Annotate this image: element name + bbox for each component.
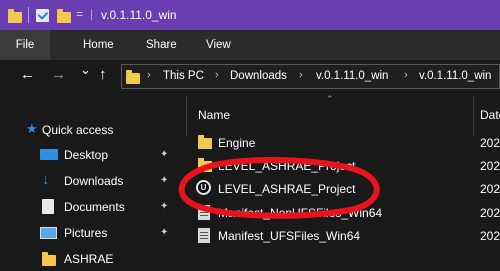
pin-icon[interactable]: ✦ [160, 227, 168, 238]
file-name: Manifest_NonUFSFiles_Win64 [218, 206, 383, 220]
breadcrumb-this-pc[interactable]: This PC [163, 70, 204, 82]
sidebar-item-label: ASHRAE [64, 252, 114, 266]
file-icon [198, 205, 210, 220]
tab-home[interactable]: Home [83, 39, 114, 51]
recent-locations-icon[interactable]: ⌄ [80, 62, 91, 78]
sidebar-item-label: Documents [64, 200, 125, 214]
file-date: 2026 [480, 229, 500, 243]
file-row-level-ashrae-folder[interactable]: LEVEL_ASHRAE_Project 2026 [190, 156, 500, 178]
window-title: v.0.1.11.0_win [101, 8, 177, 22]
address-bar[interactable]: › This PC › Downloads › v.0.1.11.0_win ›… [121, 64, 500, 89]
folder-icon [42, 252, 56, 266]
column-header-date[interactable]: Date [480, 108, 500, 122]
properties-checkbox-icon[interactable] [36, 9, 49, 22]
back-icon[interactable]: ← [20, 66, 35, 83]
pictures-icon [40, 227, 57, 239]
documents-icon [42, 199, 54, 214]
tab-file[interactable]: File [0, 30, 50, 60]
ribbon-bar [0, 30, 500, 60]
column-divider [473, 96, 474, 136]
file-row-level-ashrae-uproject[interactable]: U LEVEL_ASHRAE_Project 2026 [190, 179, 500, 201]
column-divider [186, 96, 187, 136]
column-header-name[interactable]: Name [198, 108, 230, 122]
folder-icon [198, 135, 212, 149]
title-divider [28, 7, 29, 23]
breadcrumb-version-subfolder[interactable]: v.0.1.11.0_win [419, 70, 491, 82]
breadcrumb-separator: › [147, 69, 151, 81]
title-bar [0, 0, 500, 30]
sidebar-item-documents[interactable]: Documents ✦ [0, 197, 178, 219]
sidebar-item-pictures[interactable]: Pictures ✦ [0, 223, 178, 245]
sidebar-item-label: Downloads [64, 174, 124, 188]
sidebar-item-label: Quick access [42, 123, 114, 137]
file-name: LEVEL_ASHRAE_Project [218, 182, 356, 196]
breadcrumb-separator: › [299, 69, 303, 81]
up-icon[interactable]: ↑ [99, 66, 107, 83]
download-icon: ↓ [42, 171, 50, 188]
sort-indicator-icon: ⌃ [326, 94, 334, 104]
sidebar-item-desktop[interactable]: Desktop ✦ [0, 145, 178, 167]
folder-icon [198, 158, 212, 172]
pin-icon[interactable]: ✦ [160, 175, 168, 186]
star-icon: ★ [26, 121, 38, 136]
sidebar-item-label: Pictures [64, 226, 108, 240]
file-date: 2026 [480, 206, 500, 220]
folder-icon [126, 70, 140, 84]
pin-icon[interactable]: ✦ [160, 201, 168, 212]
folder-icon [8, 9, 22, 23]
file-date: 2026 [480, 159, 500, 173]
desktop-icon [40, 149, 58, 160]
tab-view[interactable]: View [206, 39, 231, 51]
file-row-manifest-nonufs[interactable]: Manifest_NonUFSFiles_Win64 2026 [190, 203, 500, 225]
file-name: LEVEL_ASHRAE_Project [218, 159, 356, 173]
pin-icon[interactable]: ✦ [160, 149, 168, 160]
quick-access-dropdown-icon[interactable]: = [76, 7, 83, 21]
sidebar-item-quick-access[interactable]: ★ Quick access [0, 120, 178, 142]
sidebar-item-label: Desktop [64, 148, 109, 162]
file-name: Engine [218, 136, 256, 150]
file-row-engine[interactable]: Engine 2026 [190, 133, 500, 155]
unreal-engine-icon: U [196, 180, 211, 195]
file-date: 2026 [480, 136, 500, 150]
breadcrumb-separator: › [215, 69, 219, 81]
tab-share[interactable]: Share [146, 39, 177, 51]
file-icon [198, 228, 210, 243]
forward-icon[interactable]: → [51, 66, 66, 83]
file-row-manifest-ufs[interactable]: Manifest_UFSFiles_Win64 2026 [190, 226, 500, 248]
breadcrumb-downloads[interactable]: Downloads [230, 70, 287, 82]
new-folder-icon[interactable] [57, 9, 71, 23]
title-separator: | [90, 7, 94, 21]
file-name: Manifest_UFSFiles_Win64 [218, 229, 361, 243]
sidebar-item-ashrae[interactable]: ASHRAE [0, 249, 178, 271]
file-date: 2026 [480, 182, 500, 196]
breadcrumb-separator: › [404, 69, 408, 81]
breadcrumb-version-folder[interactable]: v.0.1.11.0_win [316, 70, 388, 82]
sidebar-item-downloads[interactable]: ↓ Downloads ✦ [0, 171, 178, 193]
